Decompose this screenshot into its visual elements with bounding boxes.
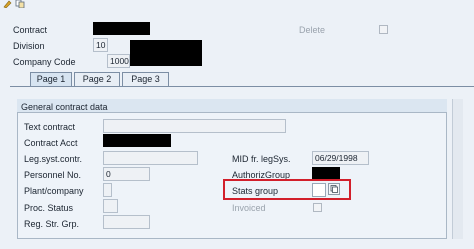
proc-status-field (103, 199, 118, 213)
copy-document-icon[interactable] (15, 0, 25, 9)
plant-company-label: Plant/company (24, 186, 84, 196)
reg-str-grp-field (103, 215, 150, 229)
personnel-no-label: Personnel No. (24, 170, 82, 180)
authoriz-group-redacted-value (312, 167, 340, 179)
company-code-label: Company Code (13, 57, 76, 67)
company-code-field: 1000 (107, 54, 130, 68)
personnel-no-field: 0 (103, 167, 150, 181)
stats-group-label: Stats group (232, 186, 279, 196)
stats-group-field[interactable] (312, 183, 326, 197)
contract-acct-label: Contract Acct (24, 138, 78, 148)
plant-company-field (103, 183, 112, 197)
leg-syst-contr-field (103, 151, 198, 165)
tab-page-1[interactable]: Page 1 (30, 72, 72, 87)
text-contract-label: Text contract (24, 122, 76, 132)
text-contract-field (103, 119, 286, 133)
division-label: Division (13, 41, 45, 51)
leg-syst-contr-label: Leg.syst.contr. (24, 154, 83, 164)
mid-fr-legsys-label: MID fr. legSys. (232, 154, 291, 164)
tab-strip-divider (10, 86, 474, 87)
tab-page-1-label: Page 1 (36, 74, 66, 84)
vertical-scrollbar[interactable] (452, 99, 463, 239)
division-redacted-text (130, 40, 202, 66)
contract-label: Contract (13, 25, 48, 35)
invoiced-checkbox[interactable] (313, 203, 322, 212)
contract-redacted-value (93, 22, 150, 35)
stats-group-search-help-icon[interactable] (328, 183, 340, 195)
mid-fr-legsys-field: 06/29/1998 (312, 151, 369, 165)
reg-str-grp-label: Reg. Str. Grp. (24, 219, 80, 229)
tab-page-2-label: Page 2 (82, 74, 112, 84)
invoiced-label: Invoiced (232, 203, 266, 213)
tab-page-3-label: Page 3 (131, 74, 160, 84)
edit-pencil-icon[interactable] (3, 0, 12, 9)
proc-status-label: Proc. Status (24, 203, 74, 213)
division-field: 10 (93, 38, 108, 52)
delete-checkbox[interactable] (379, 25, 388, 34)
tab-page-3[interactable]: Page 3 (122, 72, 169, 86)
delete-label: Delete (299, 25, 326, 35)
tab-page-2[interactable]: Page 2 (74, 72, 120, 86)
panel-title: General contract data (21, 102, 108, 112)
contract-acct-redacted-value (103, 134, 171, 147)
